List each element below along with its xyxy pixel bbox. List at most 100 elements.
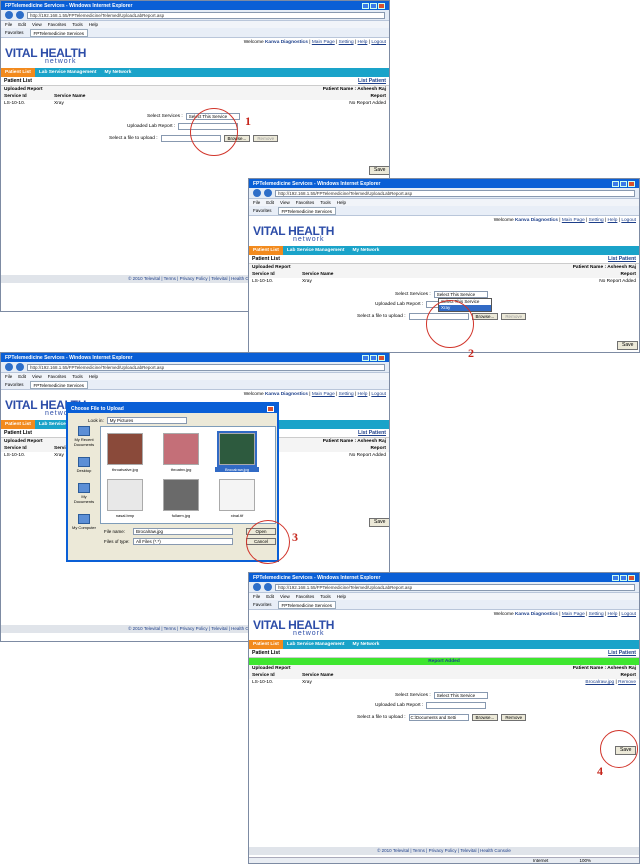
nav-lab-service[interactable]: Lab Service Management bbox=[35, 68, 101, 77]
minimize-icon[interactable] bbox=[362, 2, 369, 9]
save-button[interactable]: Save bbox=[369, 166, 389, 175]
menu-edit[interactable]: Edit bbox=[18, 374, 26, 379]
url-field[interactable]: http://192.168.1.55/FPTelemedicine/Telem… bbox=[275, 583, 635, 591]
nav-patient-list[interactable]: Patient List bbox=[1, 68, 35, 77]
list-patient-link[interactable]: List Patient bbox=[608, 650, 636, 656]
forward-icon[interactable] bbox=[16, 363, 24, 371]
file-thumbnail[interactable] bbox=[163, 479, 199, 511]
url-field[interactable]: http://192.168.1.55/FPTelemedicine/Telem… bbox=[27, 11, 385, 19]
remove-button[interactable]: Remove bbox=[253, 135, 279, 142]
menu-help[interactable]: Help bbox=[89, 374, 98, 379]
nav-patient-list[interactable]: Patient List bbox=[249, 640, 283, 649]
menu-favorites[interactable]: Favorites bbox=[48, 374, 67, 379]
close-icon[interactable] bbox=[378, 2, 385, 9]
forward-icon[interactable] bbox=[264, 583, 272, 591]
list-patient-link[interactable]: List Patient bbox=[608, 256, 636, 262]
setting-link[interactable]: Setting bbox=[589, 612, 604, 617]
favorites-button[interactable]: Favorites bbox=[253, 208, 272, 213]
logout-link[interactable]: Logout bbox=[371, 392, 386, 397]
maximize-icon[interactable] bbox=[620, 574, 627, 581]
menu-help[interactable]: Help bbox=[337, 594, 346, 599]
list-patient-link[interactable]: List Patient bbox=[358, 78, 386, 84]
menu-favorites[interactable]: Favorites bbox=[296, 200, 315, 205]
file-thumbnail[interactable] bbox=[107, 433, 143, 465]
service-select[interactable]: Select This Service bbox=[433, 291, 488, 298]
file-thumbnail[interactable] bbox=[219, 479, 255, 511]
browser-tab[interactable]: FPTelemedicine Services bbox=[29, 28, 89, 37]
menu-favorites[interactable]: Favorites bbox=[296, 594, 315, 599]
zoom-level[interactable]: 100% bbox=[580, 858, 592, 863]
nav-my-network[interactable]: My Network bbox=[348, 246, 383, 255]
setting-link[interactable]: Setting bbox=[589, 218, 604, 223]
forward-icon[interactable] bbox=[16, 11, 24, 19]
window-controls[interactable] bbox=[362, 354, 385, 361]
close-icon[interactable] bbox=[628, 574, 635, 581]
place-desktop[interactable]: Desktop bbox=[77, 457, 91, 473]
back-icon[interactable] bbox=[5, 11, 13, 19]
setting-link[interactable]: Setting bbox=[339, 392, 354, 397]
maximize-icon[interactable] bbox=[370, 2, 377, 9]
favorites-button[interactable]: Favorites bbox=[253, 602, 272, 607]
setting-link[interactable]: Setting bbox=[339, 40, 354, 45]
main-page-link[interactable]: Main Page bbox=[562, 612, 585, 617]
place-recent[interactable]: My Recent Documents bbox=[71, 426, 97, 447]
browser-tab[interactable]: FPTelemedicine Services bbox=[277, 206, 337, 215]
menu-help[interactable]: Help bbox=[89, 22, 98, 27]
close-icon[interactable] bbox=[628, 180, 635, 187]
main-page-link[interactable]: Main Page bbox=[312, 392, 335, 397]
file-thumbnail[interactable] bbox=[163, 433, 199, 465]
menu-tools[interactable]: Tools bbox=[72, 374, 83, 379]
save-button[interactable]: Save bbox=[369, 518, 389, 527]
back-icon[interactable] bbox=[253, 583, 261, 591]
report-file-link[interactable]: Brocalraw.jpg bbox=[585, 680, 614, 685]
menu-view[interactable]: View bbox=[280, 594, 290, 599]
place-my-documents[interactable]: My Documents bbox=[71, 483, 97, 504]
help-link[interactable]: Help bbox=[358, 40, 368, 45]
menu-edit[interactable]: Edit bbox=[266, 200, 274, 205]
list-patient-link[interactable]: List Patient bbox=[358, 430, 386, 436]
menu-file[interactable]: File bbox=[5, 374, 12, 379]
minimize-icon[interactable] bbox=[612, 574, 619, 581]
menu-tools[interactable]: Tools bbox=[320, 594, 331, 599]
menu-file[interactable]: File bbox=[253, 200, 260, 205]
close-icon[interactable] bbox=[378, 354, 385, 361]
browse-button[interactable]: Browse... bbox=[471, 313, 499, 320]
main-page-link[interactable]: Main Page bbox=[312, 40, 335, 45]
menu-view[interactable]: View bbox=[32, 374, 42, 379]
back-icon[interactable] bbox=[253, 189, 261, 197]
service-select[interactable]: Select This Service bbox=[433, 692, 488, 699]
look-in-select[interactable]: My Pictures bbox=[106, 417, 187, 424]
main-page-link[interactable]: Main Page bbox=[562, 218, 585, 223]
nav-my-network[interactable]: My Network bbox=[348, 640, 383, 649]
maximize-icon[interactable] bbox=[370, 354, 377, 361]
menu-tools[interactable]: Tools bbox=[320, 200, 331, 205]
menu-view[interactable]: View bbox=[280, 200, 290, 205]
help-link[interactable]: Help bbox=[358, 392, 368, 397]
window-controls[interactable] bbox=[612, 574, 635, 581]
favorites-button[interactable]: Favorites bbox=[5, 30, 24, 35]
file-type-select[interactable]: All Files (*.*) bbox=[133, 538, 233, 545]
file-thumbnail[interactable] bbox=[107, 479, 143, 511]
remove-button[interactable]: Remove bbox=[501, 313, 527, 320]
place-my-computer[interactable]: My Computer bbox=[72, 514, 96, 530]
maximize-icon[interactable] bbox=[620, 180, 627, 187]
remove-report-link[interactable]: Remove bbox=[618, 680, 636, 685]
file-name-input[interactable]: Brocalraw.jpg bbox=[133, 528, 233, 535]
nav-patient-list[interactable]: Patient List bbox=[1, 420, 35, 429]
nav-my-network[interactable]: My Network bbox=[100, 68, 135, 77]
nav-lab-service[interactable]: Lab Service Management bbox=[283, 640, 349, 649]
menu-view[interactable]: View bbox=[32, 22, 42, 27]
url-field[interactable]: http://192.168.1.55/FPTelemedicine/Telem… bbox=[27, 363, 385, 371]
lab-report-field[interactable] bbox=[426, 702, 487, 709]
menu-edit[interactable]: Edit bbox=[266, 594, 274, 599]
window-controls[interactable] bbox=[612, 180, 635, 187]
file-path-field[interactable]: C:\Documents and Setti bbox=[408, 714, 469, 721]
favorites-button[interactable]: Favorites bbox=[5, 382, 24, 387]
browser-tab[interactable]: FPTelemedicine Services bbox=[277, 600, 337, 609]
menu-file[interactable]: File bbox=[253, 594, 260, 599]
close-icon[interactable] bbox=[267, 405, 274, 412]
remove-button[interactable]: Remove bbox=[501, 714, 527, 721]
nav-lab-service[interactable]: Lab Service Management bbox=[283, 246, 349, 255]
nav-patient-list[interactable]: Patient List bbox=[249, 246, 283, 255]
minimize-icon[interactable] bbox=[612, 180, 619, 187]
